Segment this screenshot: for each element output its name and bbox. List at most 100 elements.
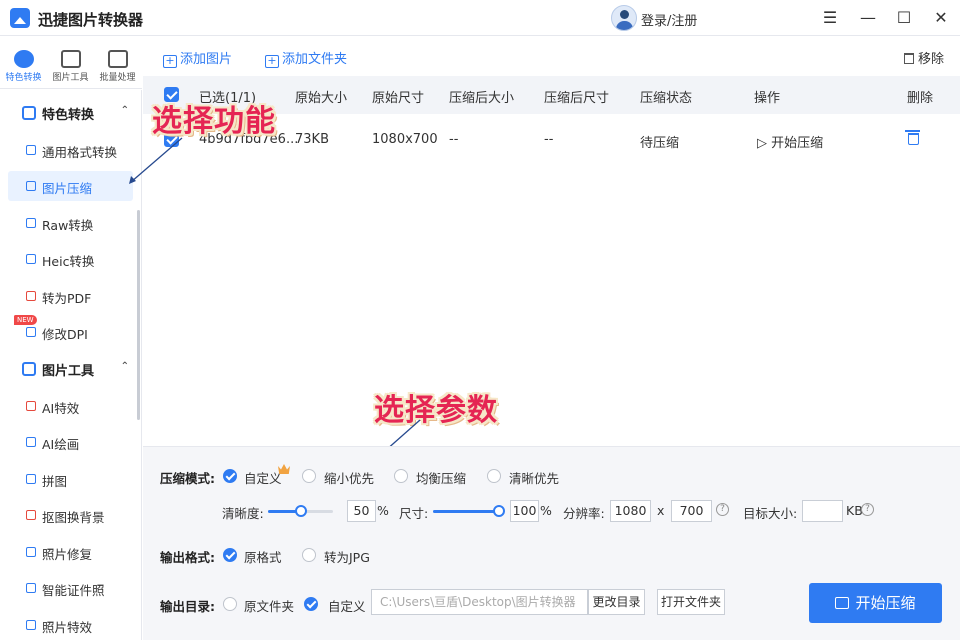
sidebar-item-label: 修改DPI	[42, 327, 88, 342]
clarity-input[interactable]: 50	[347, 500, 376, 522]
tab-image-tools[interactable]: 图片工具	[47, 37, 94, 89]
image-tools-icon	[60, 50, 81, 68]
size-slider-knob[interactable]	[493, 505, 505, 517]
mode-custom-label[interactable]: 自定义	[244, 468, 282, 487]
change-dir-button[interactable]: 更改目录	[588, 589, 645, 615]
mode-clarity-label[interactable]: 清晰优先	[509, 468, 559, 487]
format-original-radio[interactable]	[223, 548, 237, 562]
menu-icon[interactable]: ☰	[818, 6, 842, 30]
ai-paint-icon	[26, 437, 36, 447]
section-label: 特色转换	[42, 108, 95, 123]
row-start-compress-button[interactable]: ▷ 开始压缩	[757, 132, 823, 151]
file-dimensions: 1080x700	[372, 132, 438, 147]
feature-section-icon	[22, 106, 36, 120]
sidebar-scrollbar[interactable]	[137, 210, 140, 420]
annotation-select-params: 选择参数	[374, 393, 498, 428]
sidebar-item-photo-effect[interactable]: 照片特效	[8, 610, 133, 640]
dir-original-label[interactable]: 原文件夹	[244, 596, 294, 615]
close-button[interactable]: ✕	[929, 6, 953, 30]
sidebar-item-label: AI绘画	[42, 437, 80, 452]
sidebar-item-dpi[interactable]: NEW 修改DPI	[8, 315, 133, 347]
mode-balanced-radio[interactable]	[394, 469, 408, 483]
start-compress-button[interactable]: 开始压缩	[809, 583, 942, 623]
sidebar-item-heic[interactable]: Heic转换	[8, 244, 133, 274]
mode-shrink-label[interactable]: 缩小优先	[324, 468, 374, 487]
header-status: 压缩状态	[640, 91, 693, 106]
sidebar-item-ai-paint[interactable]: AI绘画	[8, 427, 133, 457]
compress-button-icon	[835, 597, 850, 609]
mode-balanced-label[interactable]: 均衡压缩	[416, 468, 466, 487]
output-path-field[interactable]: C:\Users\亘盾\Desktop\图片转换器	[371, 589, 588, 615]
compress-icon	[26, 181, 36, 191]
output-format-label: 输出格式:	[160, 550, 215, 565]
sidebar-item-cutout[interactable]: 抠图换背景	[8, 500, 133, 530]
tools-section-icon	[22, 362, 36, 376]
clarity-slider[interactable]	[268, 505, 333, 517]
add-folder-button[interactable]: + 添加文件夹	[265, 48, 347, 68]
target-size-help-icon[interactable]: ?	[861, 503, 874, 516]
sidebar-item-format-convert[interactable]: 通用格式转换	[8, 135, 133, 165]
tab-batch-process[interactable]: 批量处理	[94, 37, 141, 89]
avatar[interactable]	[611, 5, 637, 31]
sidebar-item-label: 通用格式转换	[42, 145, 118, 160]
minimize-button[interactable]: —	[856, 6, 880, 30]
sidebar-item-raw[interactable]: Raw转换	[8, 208, 133, 238]
maximize-button[interactable]: ☐	[892, 6, 916, 30]
resolution-label: 分辨率:	[563, 506, 605, 521]
sidebar-item-label: 图片压缩	[42, 181, 93, 196]
sidebar-item-collage[interactable]: 拼图	[8, 464, 133, 494]
resolution-height-input[interactable]: 700	[671, 500, 712, 522]
sidebar-item-label: 抠图换背景	[42, 510, 105, 525]
mode-clarity-radio[interactable]	[487, 469, 501, 483]
resolution-help-icon[interactable]: ?	[716, 503, 729, 516]
sidebar-item-label: 拼图	[42, 474, 68, 489]
chevron-up-icon[interactable]: ⌃	[121, 361, 129, 372]
add-image-button[interactable]: + 添加图片	[163, 48, 232, 68]
size-percent: %	[540, 503, 552, 518]
format-jpg-label[interactable]: 转为JPG	[324, 547, 370, 566]
dir-original-radio[interactable]	[223, 597, 237, 611]
convert-icon	[13, 50, 34, 68]
sidebar-item-label: 照片特效	[42, 620, 93, 635]
header-original-size: 原始大小	[295, 91, 348, 106]
dir-custom-radio[interactable]	[304, 597, 318, 611]
header-action: 操作	[754, 91, 781, 106]
raw-icon	[26, 218, 36, 228]
target-size-input[interactable]	[802, 500, 843, 522]
batch-icon	[107, 50, 128, 68]
sidebar-item-label: 智能证件照	[42, 583, 105, 598]
open-folder-button[interactable]: 打开文件夹	[657, 589, 725, 615]
collage-icon	[26, 474, 36, 484]
tab-feature-convert[interactable]: 特色转换	[0, 37, 47, 89]
compressed-size: --	[449, 132, 459, 147]
sidebar-item-label: 转为PDF	[42, 291, 92, 306]
app-title: 迅捷图片转换器	[38, 11, 144, 29]
title-bar: 迅捷图片转换器 登录/注册 ☰ — ☐ ✕	[0, 0, 960, 36]
login-link[interactable]: 登录/注册	[641, 10, 697, 29]
mode-shrink-radio[interactable]	[302, 469, 316, 483]
remove-button[interactable]: 移除	[903, 48, 944, 67]
format-jpg-radio[interactable]	[302, 548, 316, 562]
resolution-width-input[interactable]: 1080	[610, 500, 651, 522]
sidebar-section-tools[interactable]: 图片工具 ⌃	[8, 354, 133, 384]
header-compressed-size: 压缩后大小	[449, 91, 515, 106]
sidebar-item-compress[interactable]: 图片压缩	[8, 171, 133, 201]
sidebar-item-photo-repair[interactable]: 照片修复	[8, 537, 133, 567]
file-size: 73KB	[295, 132, 329, 147]
chevron-up-icon[interactable]: ⌃	[121, 105, 129, 116]
clarity-slider-knob[interactable]	[294, 505, 307, 517]
sidebar-item-ai-effect[interactable]: AI特效	[8, 391, 133, 421]
sidebar-section-feature[interactable]: 特色转换 ⌃	[8, 98, 133, 128]
sidebar-item-label: Raw转换	[42, 218, 94, 233]
size-slider[interactable]	[433, 505, 505, 517]
add-image-icon: +	[163, 55, 177, 68]
sidebar-item-pdf[interactable]: 转为PDF	[8, 281, 133, 311]
sidebar-item-id-photo[interactable]: 智能证件照	[8, 573, 133, 603]
dir-custom-label[interactable]: 自定义	[328, 596, 366, 615]
delete-icon[interactable]	[905, 130, 920, 145]
mode-custom-radio[interactable]	[223, 469, 237, 483]
photo-effect-icon	[26, 620, 36, 630]
size-input[interactable]: 100	[510, 500, 539, 522]
format-original-label[interactable]: 原格式	[244, 547, 282, 566]
pdf-icon	[26, 291, 36, 301]
